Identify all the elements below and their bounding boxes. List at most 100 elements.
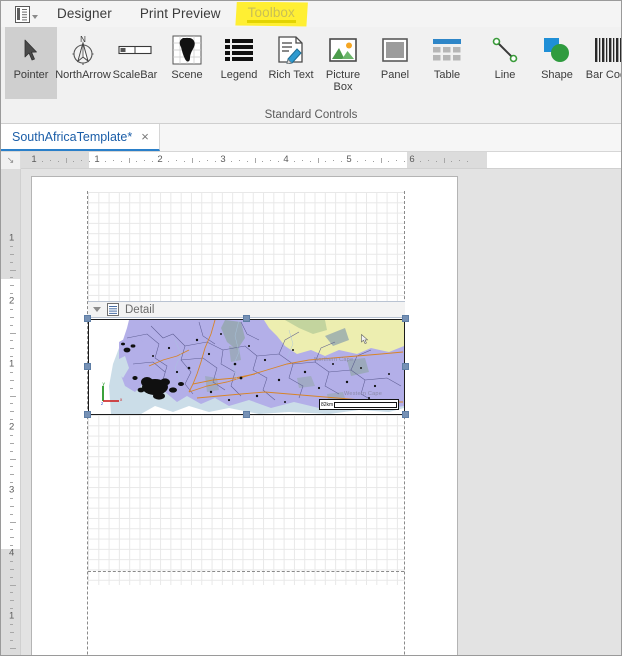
ruler-dot bbox=[10, 529, 13, 531]
ruler-dot bbox=[230, 160, 232, 162]
tool-northarrow[interactable]: N NorthArrow bbox=[55, 27, 111, 99]
menu-tab-designer[interactable]: Designer bbox=[43, 2, 126, 27]
ruler-dot bbox=[10, 403, 13, 405]
tool-label: Bar Code bbox=[585, 69, 621, 81]
ruler-dot bbox=[10, 293, 13, 295]
ruler-dot bbox=[10, 623, 13, 625]
tool-label: Panel bbox=[380, 69, 410, 81]
ruler-dot bbox=[10, 277, 13, 279]
menu-tab-toolbox[interactable]: Toolbox bbox=[235, 1, 308, 27]
ruler-dot bbox=[10, 316, 14, 318]
ribbon-group-title: Standard Controls bbox=[264, 109, 358, 121]
tool-scalebar[interactable]: ScaleBar bbox=[109, 27, 161, 99]
ruler-dot bbox=[325, 160, 327, 162]
map-scalebar-label: 82km bbox=[321, 401, 334, 408]
menu-tab-print-preview[interactable]: Print Preview bbox=[126, 2, 235, 27]
ruler-dot bbox=[333, 160, 335, 161]
ruler-dot bbox=[167, 160, 169, 162]
ruler-dot bbox=[10, 450, 13, 452]
margin-line-bottom bbox=[88, 571, 404, 572]
report-page[interactable]: Detail Northern Cape Western Cape y x z … bbox=[31, 176, 458, 655]
ruler-dot bbox=[10, 253, 14, 255]
selection-handle-bottom-left[interactable] bbox=[84, 411, 91, 418]
ribbon-toolbar: Pointer N NorthArrow ScaleBar Scene Lege… bbox=[1, 27, 621, 124]
tool-table[interactable]: Table bbox=[421, 27, 473, 99]
menu-bar: Designer Print Preview Toolbox bbox=[1, 1, 621, 27]
selection-handle-middle-left[interactable] bbox=[84, 363, 91, 370]
selection-handle-top-right[interactable] bbox=[402, 315, 409, 322]
ruler-tick-label: 2 bbox=[9, 421, 15, 433]
ruler-dot bbox=[120, 160, 122, 162]
ruler-half-tick bbox=[443, 158, 445, 163]
ruler-dot bbox=[10, 245, 13, 247]
tool-legend[interactable]: Legend bbox=[213, 27, 265, 99]
pointer-arrow-icon bbox=[24, 33, 38, 67]
design-canvas[interactable]: Detail Northern Cape Western Cape y x z … bbox=[22, 170, 621, 655]
ruler-half-tick bbox=[10, 269, 16, 271]
ruler-dot bbox=[451, 160, 453, 162]
ruler-dot bbox=[10, 568, 14, 570]
tool-bar-code[interactable]: Bar Code bbox=[583, 27, 621, 99]
close-icon[interactable]: × bbox=[141, 130, 149, 143]
ruler-dot bbox=[372, 160, 374, 162]
tool-pointer[interactable]: Pointer bbox=[5, 27, 57, 99]
ruler-dot bbox=[89, 160, 91, 162]
ruler-dot bbox=[10, 387, 13, 389]
ruler-dot bbox=[57, 160, 59, 162]
app-menu-button[interactable] bbox=[1, 1, 43, 27]
ruler-dot bbox=[427, 160, 429, 161]
ruler-dot bbox=[435, 160, 437, 162]
ruler-dot bbox=[10, 434, 13, 436]
ruler-tick-label: 1 bbox=[9, 610, 15, 622]
document-tab-southafricatemplate[interactable]: SouthAfricaTemplate* × bbox=[1, 124, 160, 151]
ruler-tick-label: 2 bbox=[9, 295, 15, 307]
map-scalebar[interactable]: 82km bbox=[319, 399, 399, 410]
scale-bar-icon bbox=[118, 33, 152, 67]
ruler-tick-label: 3 bbox=[220, 154, 226, 165]
line-icon bbox=[492, 33, 518, 67]
selection-handle-top-left[interactable] bbox=[84, 315, 91, 322]
ruler-dot bbox=[356, 160, 358, 162]
tool-scene[interactable]: Scene bbox=[161, 27, 213, 99]
document-tab-label: SouthAfricaTemplate* bbox=[12, 129, 133, 144]
ruler-origin-icon[interactable]: ↘ bbox=[1, 152, 21, 169]
tool-label: ScaleBar bbox=[112, 69, 158, 81]
ruler-dot bbox=[10, 261, 13, 263]
tool-label: Pointer bbox=[13, 69, 49, 81]
chevron-down-icon bbox=[31, 14, 38, 19]
selection-handle-bottom-right[interactable] bbox=[402, 411, 409, 418]
map-control[interactable]: Northern Cape Western Cape y x z 82km bbox=[88, 319, 405, 415]
tool-rich-text[interactable]: Rich Text bbox=[265, 27, 317, 99]
ruler-dot bbox=[10, 639, 13, 641]
tool-label: NorthArrow bbox=[55, 69, 111, 81]
ruler-origin-arrow: ↘ bbox=[6, 155, 15, 165]
ruler-dot bbox=[136, 160, 138, 162]
ruler-half-tick bbox=[254, 158, 256, 163]
tool-line[interactable]: Line bbox=[479, 27, 531, 99]
tool-label: Line bbox=[494, 69, 516, 81]
ruler-dot bbox=[262, 160, 264, 162]
selection-handle-middle-right[interactable] bbox=[402, 363, 409, 370]
ruler-dot bbox=[10, 466, 13, 468]
north-arrow-icon: N bbox=[68, 33, 98, 67]
ruler-dot bbox=[10, 631, 14, 633]
detail-band-icon bbox=[107, 303, 119, 316]
tool-shape[interactable]: Shape bbox=[531, 27, 583, 99]
tool-picture-box[interactable]: Picture Box bbox=[317, 27, 369, 99]
ruler-dot bbox=[10, 474, 14, 476]
ruler-dot bbox=[10, 348, 14, 350]
ruler-tick-label: 6 bbox=[409, 154, 415, 165]
selection-handle-bottom-center[interactable] bbox=[243, 411, 250, 418]
ruler-dot bbox=[10, 285, 14, 287]
ruler-dot bbox=[10, 340, 13, 342]
ruler-dot bbox=[10, 411, 14, 413]
tool-panel[interactable]: Panel bbox=[369, 27, 421, 99]
selection-handle-top-center[interactable] bbox=[243, 315, 250, 322]
horizontal-ruler[interactable]: ↘ 1 1 2 3 4 5 6 bbox=[1, 152, 621, 169]
ruler-dot bbox=[309, 160, 311, 162]
ruler-dot bbox=[10, 419, 13, 421]
triangle-down-icon[interactable] bbox=[93, 307, 101, 312]
ruler-half-tick bbox=[128, 158, 130, 163]
ruler-dot bbox=[396, 160, 398, 161]
vertical-ruler[interactable]: 12123412 bbox=[1, 169, 21, 655]
